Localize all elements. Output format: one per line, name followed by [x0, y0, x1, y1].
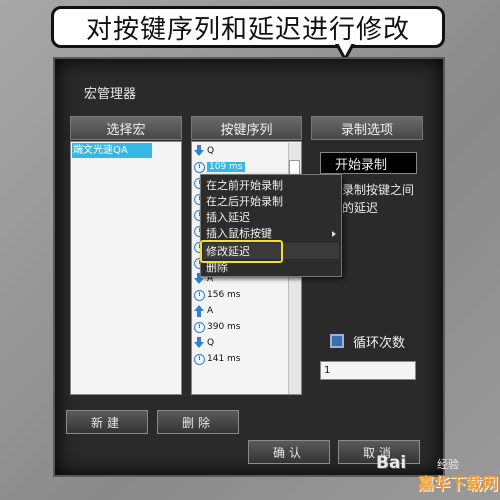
select-macro-header-label: 选择宏 [106, 122, 146, 138]
confirm-button[interactable]: 确认 [248, 440, 330, 464]
key-sequence-row[interactable]: Q [193, 143, 285, 159]
record-delay-option[interactable]: 录制按键之间的延迟 [342, 181, 422, 217]
key-sequence-row[interactable]: 141 ms [193, 351, 285, 367]
menu-item-record-before[interactable]: 在之前开始录制 [206, 178, 338, 193]
macro-list-item[interactable]: 端文光速QA [72, 143, 152, 158]
annotation-text: 对按键序列和延迟进行修改 [85, 14, 410, 45]
confirm-button-label: 确认 [272, 445, 305, 460]
record-options-header: 录制选项 [311, 116, 423, 140]
window-title: 宏管理器 [84, 87, 137, 102]
key-sequence-row-text: 141 ms [207, 354, 241, 364]
start-recording-label: 开始录制 [335, 157, 388, 173]
arrow-up-icon [193, 305, 205, 317]
clock-icon [193, 321, 205, 333]
delete-button-label: 删除 [181, 415, 214, 430]
loop-count-input[interactable]: 1 [320, 361, 416, 380]
key-sequence-row-text: Q [207, 146, 215, 156]
clock-icon [193, 161, 205, 173]
start-recording-button[interactable]: 开始录制 [320, 152, 417, 174]
screenshot-root: 对按键序列和延迟进行修改 宏管理器 选择宏 端文光速QA 按键序列 Q 109 m… [0, 0, 500, 500]
key-sequence-row[interactable]: 109 ms [193, 159, 285, 175]
key-sequence-row[interactable]: 156 ms [193, 287, 285, 303]
key-sequence-row-text: A [207, 306, 214, 316]
callout-tail-fill [338, 43, 352, 56]
key-sequence-row[interactable]: Q [193, 335, 285, 351]
record-options-header-label: 录制选项 [340, 122, 393, 138]
key-sequence-row-text: Q [207, 338, 215, 348]
macro-list[interactable] [70, 141, 182, 395]
loop-count-label: 循环次数 [353, 336, 406, 351]
annotation-highlight-box [200, 240, 283, 263]
watermark-logo: Bai [376, 453, 407, 473]
clock-icon [193, 353, 205, 365]
arrow-down-icon [193, 145, 205, 157]
new-button[interactable]: 新建 [66, 410, 148, 434]
annotation-callout: 对按键序列和延迟进行修改 [51, 6, 445, 48]
menu-item-record-after[interactable]: 在之后开始录制 [206, 194, 338, 209]
loop-checkbox[interactable] [330, 334, 344, 348]
menu-item-insert-delay[interactable]: 插入延迟 [206, 210, 338, 225]
key-sequence-row[interactable]: A [193, 303, 285, 319]
key-sequence-header-label: 按键序列 [220, 122, 273, 138]
delete-button[interactable]: 删除 [157, 410, 239, 434]
key-sequence-row-text: 156 ms [207, 290, 241, 300]
arrow-down-icon [193, 337, 205, 349]
menu-item-insert-mouse-button[interactable]: 插入鼠标按键 [206, 226, 338, 241]
key-sequence-row-text: 390 ms [207, 322, 241, 332]
select-macro-header: 选择宏 [70, 116, 182, 140]
key-sequence-row-text: 109 ms [207, 162, 245, 172]
clock-icon [193, 289, 205, 301]
submenu-arrow-icon [332, 231, 336, 237]
new-button-label: 新建 [90, 415, 123, 430]
key-sequence-row[interactable]: 390 ms [193, 319, 285, 335]
watermark-site: 嘉华下载网 [418, 474, 499, 493]
key-sequence-header: 按键序列 [191, 116, 302, 140]
